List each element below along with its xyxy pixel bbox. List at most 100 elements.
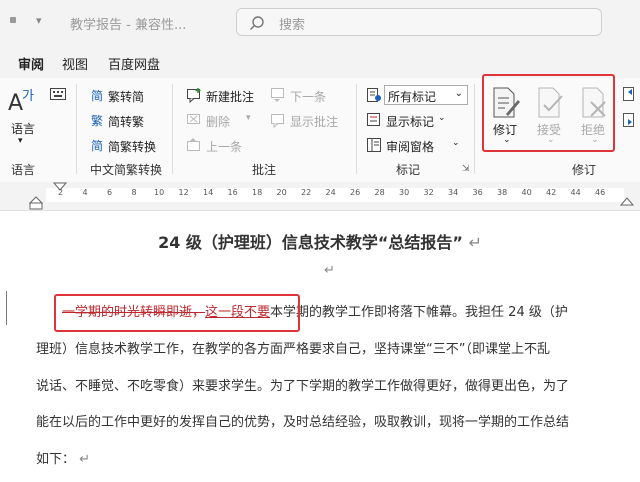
ruler-tick: 10 [154, 188, 165, 197]
ruler-tick: 32 [423, 188, 434, 197]
review-pane-icon [367, 138, 381, 152]
chinese-convert-icon: 简 [91, 139, 103, 153]
ruler-tick: 30 [399, 188, 410, 197]
delete-comment-label: 删除 [206, 115, 231, 129]
chevron-down-icon: ⌄ [454, 88, 463, 99]
ruler-tick: 6 [107, 188, 113, 197]
simp-to-trad-icon: 繁 [91, 113, 103, 128]
right-indent-marker-icon[interactable] [620, 196, 634, 206]
tab-review[interactable]: 审阅 [15, 54, 47, 81]
search-box[interactable]: 搜索 [236, 8, 602, 36]
trad-to-simp-label: 繁转简 [108, 90, 145, 104]
tracking-group-label: 标记 [396, 163, 421, 177]
tab-baidu-netdisk[interactable]: 百度网盘 [108, 54, 160, 73]
ruler-tick: 26 [350, 188, 361, 197]
paragraph-mark: ↵ [79, 452, 91, 467]
chevron-down-icon: ⌄ [438, 113, 446, 123]
chinese-convert-label: 简繁转换 [108, 140, 157, 154]
quick-access-dropdown-icon[interactable]: ▾ [36, 14, 42, 27]
ruler-tick: 4 [82, 188, 88, 197]
markup-dropdown[interactable]: 所有标记 ⌄ [384, 85, 468, 105]
language-icon: A가 [8, 89, 34, 114]
language-button-label: 语言 [11, 122, 36, 136]
ruler-tick: 38 [497, 188, 508, 197]
group-divider [76, 84, 77, 174]
svg-text:简: 简 [91, 139, 103, 153]
paragraph-line-2: 理班）信息技术教学工作，在教学的各方面严格要求自己，坚持课堂“三不”（即课堂上不… [36, 342, 550, 357]
tab-view[interactable]: 视图 [62, 54, 88, 73]
show-comments-label: 显示批注 [290, 115, 339, 129]
paragraph-line-4: 能在以后的工作中更好的发挥自己的优势，及时总结经验，吸取教训，现将一学期的工作总… [36, 415, 570, 430]
simp-to-trad-label: 简转繁 [108, 115, 145, 129]
ruler-tick: 28 [374, 188, 385, 197]
highlight-box-track-changes [482, 74, 615, 152]
change-bar [6, 291, 7, 325]
line1-rest: 本学期的教学工作即将落下帷幕。我担任 24 级（护 [270, 305, 568, 320]
markup-dropdown-value: 所有标记 [388, 90, 437, 104]
ruler-tick: 24 [325, 188, 336, 197]
hanging-indent-marker-icon[interactable] [29, 196, 43, 210]
svg-text:繁: 繁 [91, 113, 103, 128]
search-placeholder: 搜索 [279, 18, 306, 33]
next-comment-label: 下一条 [290, 90, 327, 104]
chevron-down-icon: ▾ [246, 113, 251, 123]
line5-text: 如下： [36, 452, 76, 467]
ruler-tick: 8 [131, 188, 137, 197]
review-pane-label: 审阅窗格 [386, 140, 435, 154]
chevron-down-icon: ⌄ [452, 138, 460, 148]
app-icon [10, 17, 16, 23]
next-change-icon[interactable] [622, 112, 636, 128]
show-markup-icon [367, 113, 380, 126]
show-comments-icon [271, 114, 284, 128]
chevron-down-icon: ▾ [18, 136, 23, 146]
ruler-tick: 22 [301, 188, 312, 197]
paragraph-line-5: 如下： ↵ [36, 448, 90, 467]
heading-text: 24 级（护理班）信息技术教学“总结报告” [158, 233, 463, 252]
ruler-tick: 14 [203, 188, 214, 197]
delete-comment-icon [187, 114, 200, 124]
ribbon-tabs: 审阅 视图 百度网盘 [0, 44, 640, 81]
title-bar: ▾ 教学报告 - 兼容性... 搜索 [0, 0, 640, 44]
paragraph-mark: ↵ [468, 233, 482, 252]
ruler-tick: 2 [58, 188, 64, 197]
ruler-tick: 16 [227, 188, 238, 197]
ruler-tick: 40 [521, 188, 532, 197]
ruler-tick: 42 [546, 188, 557, 197]
ruler-tick: 34 [448, 188, 459, 197]
svg-text:가: 가 [22, 89, 34, 104]
previous-comment-icon [187, 138, 200, 151]
next-comment-icon [271, 88, 284, 102]
display-for-review-icon[interactable] [366, 87, 382, 103]
group-divider [356, 84, 357, 174]
group-divider [172, 84, 173, 174]
chinese-conversion-group-label: 中文简繁转换 [90, 163, 163, 177]
ruler-tick: 18 [252, 188, 263, 197]
trad-to-simp-icon: 简 [91, 89, 103, 103]
paragraph-line-3: 说话、不睡觉、不吃零食）来要求学生。为了下学期的教学工作做得更好，做得更出色，为… [36, 379, 570, 394]
search-icon [250, 16, 264, 30]
document-page[interactable]: 24 级（护理班）信息技术教学“总结报告” ↵ ↵ 一学期的时光转瞬即逝，这一段… [0, 211, 640, 482]
ruler-tick: 12 [178, 188, 189, 197]
ruler-tick: 44 [570, 188, 581, 197]
keyboard-icon[interactable] [50, 88, 66, 100]
ruler-tick: 20 [276, 188, 287, 197]
highlight-box-revision [54, 294, 300, 332]
empty-paragraph-mark: ↵ [324, 263, 335, 278]
language-group-label: 语言 [11, 163, 36, 177]
previous-change-icon[interactable] [622, 86, 636, 102]
dialog-launcher-icon[interactable]: ⇲ [462, 164, 470, 174]
group-divider [474, 84, 475, 174]
changes-group-label: 修订 [572, 163, 597, 177]
new-comment-icon [187, 88, 201, 103]
document-title: 教学报告 - 兼容性... [70, 18, 187, 33]
svg-text:简: 简 [91, 89, 103, 103]
ribbon: A가 语言 ▾ 语言 简 繁转简 繁 简转繁 简 简繁转换 中文简繁转换 新建批… [0, 74, 640, 183]
comments-group-label: 批注 [252, 163, 277, 177]
svg-text:A: A [8, 91, 23, 114]
new-comment-label: 新建批注 [206, 90, 255, 104]
horizontal-ruler[interactable]: 2 4 6 8 10 12 14 16 18 20 22 24 26 28 30 32 34 36 38 40 42 44… [0, 182, 640, 211]
show-markup-label: 显示标记 [386, 115, 435, 129]
ruler-tick: 36 [472, 188, 483, 197]
document-heading: 24 级（护理班）信息技术教学“总结报告” ↵ [0, 229, 640, 253]
previous-comment-label: 上一条 [206, 140, 243, 154]
